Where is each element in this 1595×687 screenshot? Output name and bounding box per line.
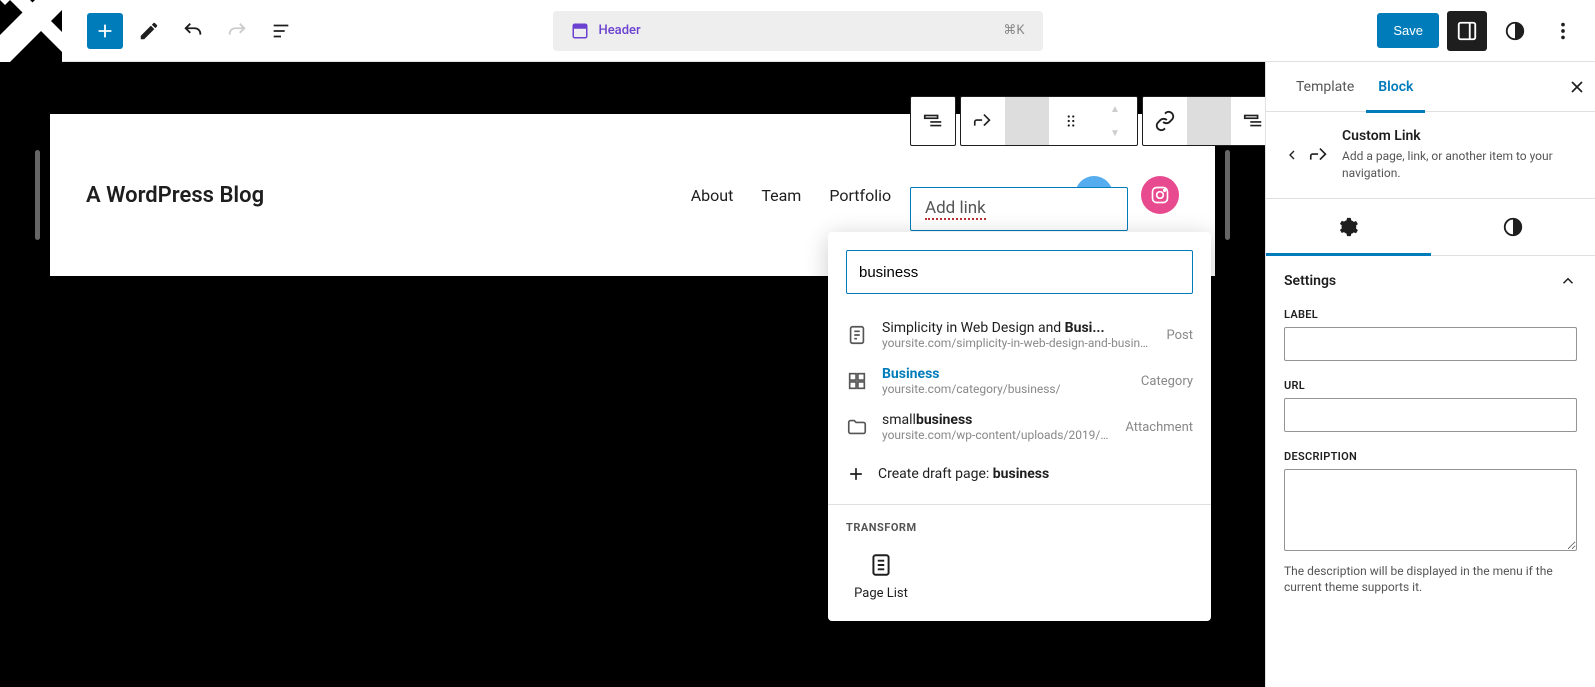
add-block-button[interactable] [87, 13, 123, 49]
resize-handle-right[interactable] [1225, 150, 1230, 240]
settings-sidebar-toggle[interactable] [1447, 11, 1487, 51]
post-icon [846, 324, 868, 346]
move-down-button[interactable]: ▼ [1110, 121, 1120, 145]
template-name: Header [599, 23, 641, 38]
nav-item-about[interactable]: About [691, 186, 734, 205]
resize-handle-left[interactable] [35, 150, 40, 240]
link-search-input[interactable] [846, 250, 1193, 294]
nav-item-portfolio[interactable]: Portfolio [829, 186, 891, 205]
transform-heading: TRANSFORM [846, 521, 1193, 534]
block-title: Custom Link [1342, 128, 1577, 144]
styles-toggle[interactable] [1495, 11, 1535, 51]
top-toolbar: Header ⌘K Save [0, 0, 1595, 62]
label-input[interactable] [1284, 327, 1577, 361]
drag-handle[interactable] [1049, 97, 1093, 145]
move-up-button[interactable]: ▲ [1110, 97, 1120, 121]
site-logo[interactable] [0, 0, 62, 62]
link-button[interactable] [1143, 97, 1187, 145]
add-link-input[interactable]: Add link [910, 187, 1128, 231]
plus-icon [846, 464, 866, 484]
chevron-up-icon [1559, 272, 1577, 290]
subtab-settings[interactable] [1266, 199, 1431, 255]
site-title[interactable]: A WordPress Blog [86, 183, 264, 208]
instagram-icon[interactable] [1141, 176, 1179, 214]
search-result-attachment[interactable]: smallbusiness yoursite.com/wp-content/up… [828, 404, 1211, 450]
add-link-placeholder: Add link [925, 198, 986, 220]
link-search-popover: Simplicity in Web Design and Busi... you… [828, 232, 1211, 621]
save-button[interactable]: Save [1377, 13, 1439, 48]
custom-link-icon [1308, 144, 1330, 166]
undo-button[interactable] [175, 13, 211, 49]
gear-icon [1337, 216, 1359, 238]
close-sidebar-button[interactable] [1567, 77, 1587, 97]
search-result-post[interactable]: Simplicity in Web Design and Busi... you… [828, 312, 1211, 358]
settings-sidebar: Template Block Custom Link Add a page, l… [1265, 62, 1595, 687]
settings-panel-toggle[interactable]: Settings [1284, 272, 1577, 290]
template-selector[interactable]: Header ⌘K [553, 11, 1043, 51]
create-draft-page[interactable]: Create draft page: business [828, 450, 1211, 498]
more-options-button[interactable] [1543, 11, 1583, 51]
tab-template[interactable]: Template [1284, 62, 1366, 112]
description-field-label: DESCRIPTION [1284, 450, 1577, 463]
nav-item-team[interactable]: Team [761, 186, 801, 205]
list-view-button[interactable] [263, 13, 299, 49]
block-type-button[interactable] [961, 97, 1005, 145]
search-result-category[interactable]: Business yoursite.com/category/business/… [828, 358, 1211, 404]
layout-icon [571, 22, 589, 40]
block-toolbar: ▲ ▼ [910, 96, 1265, 146]
label-field-label: LABEL [1284, 308, 1577, 321]
block-description: Add a page, link, or another item to you… [1342, 148, 1577, 182]
block-movers[interactable]: ▲ ▼ [1093, 97, 1137, 145]
tab-block[interactable]: Block [1366, 62, 1425, 112]
add-submenu-button[interactable] [1231, 97, 1265, 145]
description-textarea[interactable] [1284, 469, 1577, 551]
keyboard-shortcut: ⌘K [1003, 23, 1024, 38]
chevron-left-icon[interactable] [1284, 147, 1300, 163]
page-list-icon [868, 552, 894, 578]
redo-button[interactable] [219, 13, 255, 49]
category-icon [846, 370, 868, 392]
url-input[interactable] [1284, 398, 1577, 432]
parent-block-button[interactable] [911, 97, 955, 145]
editor-canvas[interactable]: A WordPress Blog About Team Portfolio Bl… [0, 62, 1265, 687]
attachment-icon [846, 416, 868, 438]
edit-icon[interactable] [131, 13, 167, 49]
description-hint: The description will be displayed in the… [1284, 563, 1577, 597]
contrast-icon [1502, 216, 1524, 238]
url-field-label: URL [1284, 379, 1577, 392]
subtab-styles[interactable] [1431, 199, 1595, 255]
transform-page-list[interactable]: Page List [846, 552, 916, 601]
